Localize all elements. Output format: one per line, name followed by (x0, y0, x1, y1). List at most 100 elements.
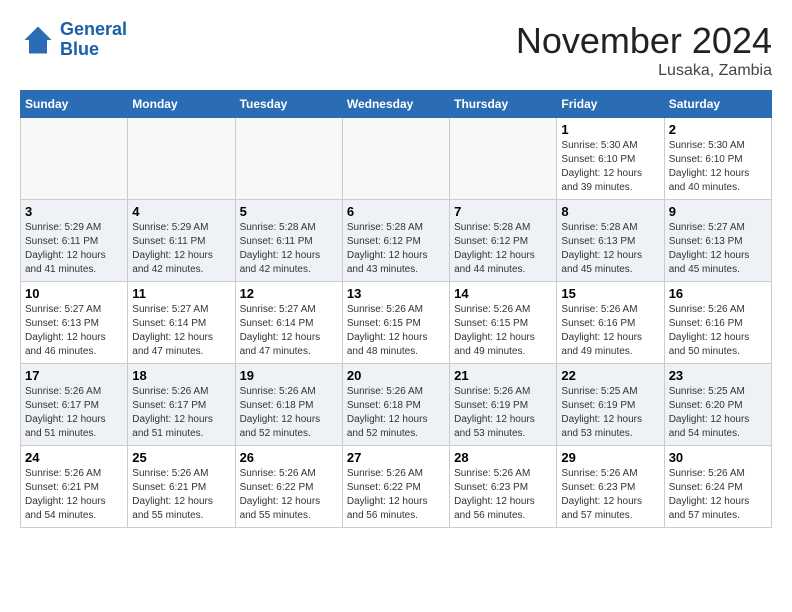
day-info: Sunrise: 5:27 AM Sunset: 6:14 PM Dayligh… (132, 303, 230, 359)
day-number: 5 (240, 204, 338, 219)
day-number: 4 (132, 204, 230, 219)
calendar-cell: 6 Sunrise: 5:28 AM Sunset: 6:12 PM Daylig… (342, 200, 449, 282)
day-number: 20 (347, 368, 445, 383)
calendar-cell: 30 Sunrise: 5:26 AM Sunset: 6:24 PM Dayli… (664, 446, 771, 528)
day-info: Sunrise: 5:28 AM Sunset: 6:12 PM Dayligh… (347, 221, 445, 277)
calendar-cell: 14 Sunrise: 5:26 AM Sunset: 6:15 PM Dayli… (450, 282, 557, 364)
day-info: Sunrise: 5:25 AM Sunset: 6:19 PM Dayligh… (561, 385, 659, 441)
day-info: Sunrise: 5:28 AM Sunset: 6:11 PM Dayligh… (240, 221, 338, 277)
calendar-cell: 8 Sunrise: 5:28 AM Sunset: 6:13 PM Daylig… (557, 200, 664, 282)
calendar-cell: 12Sunrise: 5:27 AM Sunset: 6:14 PM Dayli… (235, 282, 342, 364)
weekday-header-thursday: Thursday (450, 91, 557, 118)
calendar-week-4: 17 Sunrise: 5:26 AM Sunset: 6:17 PM Dayli… (21, 364, 772, 446)
day-info: Sunrise: 5:27 AM Sunset: 6:13 PM Dayligh… (669, 221, 767, 277)
day-number: 9 (669, 204, 767, 219)
day-number: 6 (347, 204, 445, 219)
calendar-cell: 10Sunrise: 5:27 AM Sunset: 6:13 PM Dayli… (21, 282, 128, 364)
calendar-cell: 28Sunrise: 5:26 AM Sunset: 6:23 PM Dayli… (450, 446, 557, 528)
calendar-cell: 1Sunrise: 5:30 AM Sunset: 6:10 PM Daylig… (557, 118, 664, 200)
calendar-cell: 2Sunrise: 5:30 AM Sunset: 6:10 PM Daylig… (664, 118, 771, 200)
day-info: Sunrise: 5:26 AM Sunset: 6:23 PM Dayligh… (561, 467, 659, 523)
month-title: November 2024 (516, 20, 772, 62)
day-info: Sunrise: 5:26 AM Sunset: 6:24 PM Dayligh… (669, 467, 767, 523)
calendar-week-2: 3Sunrise: 5:29 AM Sunset: 6:11 PM Daylig… (21, 200, 772, 282)
day-info: Sunrise: 5:26 AM Sunset: 6:17 PM Dayligh… (25, 385, 123, 441)
day-info: Sunrise: 5:28 AM Sunset: 6:12 PM Dayligh… (454, 221, 552, 277)
calendar-table: SundayMondayTuesdayWednesdayThursdayFrid… (20, 90, 772, 528)
calendar-cell (21, 118, 128, 200)
calendar-cell: 3Sunrise: 5:29 AM Sunset: 6:11 PM Daylig… (21, 200, 128, 282)
day-info: Sunrise: 5:26 AM Sunset: 6:18 PM Dayligh… (240, 385, 338, 441)
day-number: 15 (561, 286, 659, 301)
day-number: 29 (561, 450, 659, 465)
calendar-cell: 23Sunrise: 5:25 AM Sunset: 6:20 PM Dayli… (664, 364, 771, 446)
calendar-cell: 17 Sunrise: 5:26 AM Sunset: 6:17 PM Dayli… (21, 364, 128, 446)
day-info: Sunrise: 5:26 AM Sunset: 6:19 PM Dayligh… (454, 385, 552, 441)
calendar-cell: 19Sunrise: 5:26 AM Sunset: 6:18 PM Dayli… (235, 364, 342, 446)
day-number: 22 (561, 368, 659, 383)
day-info: Sunrise: 5:26 AM Sunset: 6:22 PM Dayligh… (347, 467, 445, 523)
calendar-cell (235, 118, 342, 200)
weekday-header-sunday: Sunday (21, 91, 128, 118)
day-number: 28 (454, 450, 552, 465)
calendar-cell (342, 118, 449, 200)
calendar-cell: 5 Sunrise: 5:28 AM Sunset: 6:11 PM Daylig… (235, 200, 342, 282)
day-number: 11 (132, 286, 230, 301)
logo-icon (20, 22, 56, 58)
weekday-header-saturday: Saturday (664, 91, 771, 118)
day-info: Sunrise: 5:26 AM Sunset: 6:15 PM Dayligh… (454, 303, 552, 359)
day-info: Sunrise: 5:26 AM Sunset: 6:16 PM Dayligh… (561, 303, 659, 359)
day-info: Sunrise: 5:26 AM Sunset: 6:21 PM Dayligh… (25, 467, 123, 523)
day-info: Sunrise: 5:25 AM Sunset: 6:20 PM Dayligh… (669, 385, 767, 441)
day-number: 12 (240, 286, 338, 301)
calendar-cell: 7 Sunrise: 5:28 AM Sunset: 6:12 PM Daylig… (450, 200, 557, 282)
calendar-cell: 29 Sunrise: 5:26 AM Sunset: 6:23 PM Dayli… (557, 446, 664, 528)
location: Lusaka, Zambia (516, 62, 772, 80)
day-number: 25 (132, 450, 230, 465)
calendar-cell: 20Sunrise: 5:26 AM Sunset: 6:18 PM Dayli… (342, 364, 449, 446)
day-info: Sunrise: 5:28 AM Sunset: 6:13 PM Dayligh… (561, 221, 659, 277)
weekday-header-friday: Friday (557, 91, 664, 118)
day-number: 24 (25, 450, 123, 465)
calendar-cell: 15 Sunrise: 5:26 AM Sunset: 6:16 PM Dayli… (557, 282, 664, 364)
day-number: 17 (25, 368, 123, 383)
day-info: Sunrise: 5:29 AM Sunset: 6:11 PM Dayligh… (25, 221, 123, 277)
day-info: Sunrise: 5:27 AM Sunset: 6:13 PM Dayligh… (25, 303, 123, 359)
page-header: General Blue November 2024 Lusaka, Zambi… (20, 20, 772, 80)
calendar-cell (450, 118, 557, 200)
day-number: 13 (347, 286, 445, 301)
calendar-week-5: 24 Sunrise: 5:26 AM Sunset: 6:21 PM Dayli… (21, 446, 772, 528)
day-number: 21 (454, 368, 552, 383)
calendar-week-3: 10Sunrise: 5:27 AM Sunset: 6:13 PM Dayli… (21, 282, 772, 364)
calendar-cell: 21 Sunrise: 5:26 AM Sunset: 6:19 PM Dayli… (450, 364, 557, 446)
logo: General Blue (20, 20, 127, 60)
day-number: 26 (240, 450, 338, 465)
day-info: Sunrise: 5:26 AM Sunset: 6:22 PM Dayligh… (240, 467, 338, 523)
day-info: Sunrise: 5:26 AM Sunset: 6:21 PM Dayligh… (132, 467, 230, 523)
weekday-header-wednesday: Wednesday (342, 91, 449, 118)
calendar-cell: 24 Sunrise: 5:26 AM Sunset: 6:21 PM Dayli… (21, 446, 128, 528)
day-info: Sunrise: 5:26 AM Sunset: 6:15 PM Dayligh… (347, 303, 445, 359)
calendar-cell: 13 Sunrise: 5:26 AM Sunset: 6:15 PM Dayli… (342, 282, 449, 364)
calendar-cell: 22 Sunrise: 5:25 AM Sunset: 6:19 PM Dayli… (557, 364, 664, 446)
calendar-cell: 4Sunrise: 5:29 AM Sunset: 6:11 PM Daylig… (128, 200, 235, 282)
title-area: November 2024 Lusaka, Zambia (516, 20, 772, 80)
calendar-cell: 9 Sunrise: 5:27 AM Sunset: 6:13 PM Daylig… (664, 200, 771, 282)
day-number: 14 (454, 286, 552, 301)
day-info: Sunrise: 5:30 AM Sunset: 6:10 PM Dayligh… (669, 139, 767, 195)
day-number: 27 (347, 450, 445, 465)
day-info: Sunrise: 5:30 AM Sunset: 6:10 PM Dayligh… (561, 139, 659, 195)
day-number: 7 (454, 204, 552, 219)
day-number: 18 (132, 368, 230, 383)
day-number: 8 (561, 204, 659, 219)
weekday-header-row: SundayMondayTuesdayWednesdayThursdayFrid… (21, 91, 772, 118)
calendar-week-1: 1Sunrise: 5:30 AM Sunset: 6:10 PM Daylig… (21, 118, 772, 200)
calendar-cell: 16 Sunrise: 5:26 AM Sunset: 6:16 PM Dayli… (664, 282, 771, 364)
day-info: Sunrise: 5:26 AM Sunset: 6:16 PM Dayligh… (669, 303, 767, 359)
weekday-header-monday: Monday (128, 91, 235, 118)
calendar-cell: 27 Sunrise: 5:26 AM Sunset: 6:22 PM Dayli… (342, 446, 449, 528)
day-number: 30 (669, 450, 767, 465)
calendar-cell: 26 Sunrise: 5:26 AM Sunset: 6:22 PM Dayli… (235, 446, 342, 528)
day-number: 16 (669, 286, 767, 301)
day-info: Sunrise: 5:26 AM Sunset: 6:17 PM Dayligh… (132, 385, 230, 441)
